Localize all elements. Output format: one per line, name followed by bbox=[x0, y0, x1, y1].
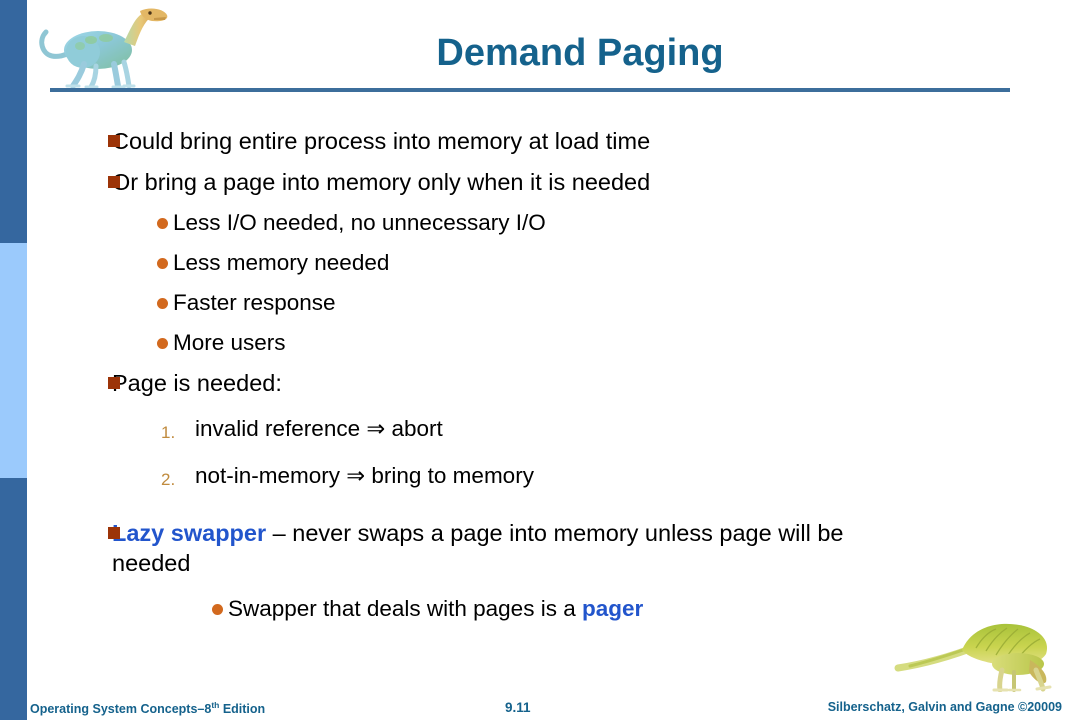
slide-canvas: Demand Paging Could bring entire process… bbox=[0, 0, 1080, 720]
bullet-text: Or bring a page into memory only when it… bbox=[112, 169, 651, 195]
term-highlight: pager bbox=[581, 596, 644, 621]
bullet-text: – never swaps a page into memory unless … bbox=[266, 520, 844, 546]
bullet-item: Page is needed: bbox=[60, 368, 1040, 398]
sub-bullet-item: Less I/O needed, no unnecessary I/O bbox=[60, 208, 1040, 238]
numbered-item-text: not-in-memory ⇒ bring to memory bbox=[195, 463, 534, 488]
round-bullet-icon bbox=[157, 218, 168, 229]
bullet-item: Or bring a page into memory only when it… bbox=[60, 167, 1040, 197]
sidebar-stripe-top bbox=[0, 0, 27, 243]
footer-edition-tail: Edition bbox=[219, 702, 266, 717]
round-bullet-icon bbox=[157, 298, 168, 309]
page-title: Demand Paging bbox=[436, 32, 724, 74]
sidebar-stripe-middle bbox=[0, 243, 27, 478]
sub-bullet-text: Less I/O needed, no unnecessary I/O bbox=[173, 210, 546, 235]
bullet-text-wrap: needed bbox=[112, 550, 191, 576]
footer-edition: Operating System Concepts–8th Edition bbox=[30, 700, 265, 716]
bullet-item: Could bring entire process into memory a… bbox=[60, 126, 1040, 156]
sub-bullet-text: Less memory needed bbox=[173, 250, 390, 275]
sub-bullet-item: More users bbox=[60, 328, 1040, 358]
square-bullet-icon bbox=[108, 176, 120, 188]
numbered-item-text: invalid reference ⇒ abort bbox=[195, 416, 443, 441]
sub-bullet-text: Faster response bbox=[173, 290, 336, 315]
slide-body: Could bring entire process into memory a… bbox=[60, 126, 1040, 635]
title-divider bbox=[50, 88, 1010, 92]
square-bullet-icon bbox=[108, 377, 120, 389]
round-bullet-icon bbox=[212, 604, 223, 615]
square-bullet-icon bbox=[108, 527, 120, 539]
bullet-text: Could bring entire process into memory a… bbox=[112, 128, 651, 154]
dinosaur-icon bbox=[894, 623, 1052, 692]
square-bullet-icon bbox=[108, 135, 120, 147]
round-bullet-icon bbox=[157, 258, 168, 269]
list-number: 1. bbox=[161, 423, 176, 442]
numbered-list-item: 2. not-in-memory ⇒ bring to memory bbox=[60, 461, 1040, 490]
numbered-list-item: 1. invalid reference ⇒ abort bbox=[60, 414, 1040, 443]
dinosaur-icon bbox=[39, 8, 168, 90]
list-number: 2. bbox=[161, 470, 176, 489]
footer-page-number: 9.11 bbox=[505, 700, 531, 715]
sub-bullet-text: More users bbox=[173, 330, 286, 355]
sub-bullet-item: Faster response bbox=[60, 288, 1040, 318]
bullet-item: Lazy swapper – never swaps a page into m… bbox=[60, 518, 1040, 578]
footer-copyright: Silberschatz, Galvin and Gagne ©20009 bbox=[827, 700, 1062, 714]
sub-bullet-text: Swapper that deals with pages is a bbox=[228, 596, 582, 621]
bullet-text: Page is needed: bbox=[112, 370, 282, 396]
sub-bullet-item: Less memory needed bbox=[60, 248, 1040, 278]
footer-edition-main: Operating System Concepts–8 bbox=[30, 702, 212, 717]
round-bullet-icon bbox=[157, 338, 168, 349]
term-highlight: Lazy swapper bbox=[112, 520, 267, 546]
sidebar-stripe-bottom bbox=[0, 478, 27, 720]
